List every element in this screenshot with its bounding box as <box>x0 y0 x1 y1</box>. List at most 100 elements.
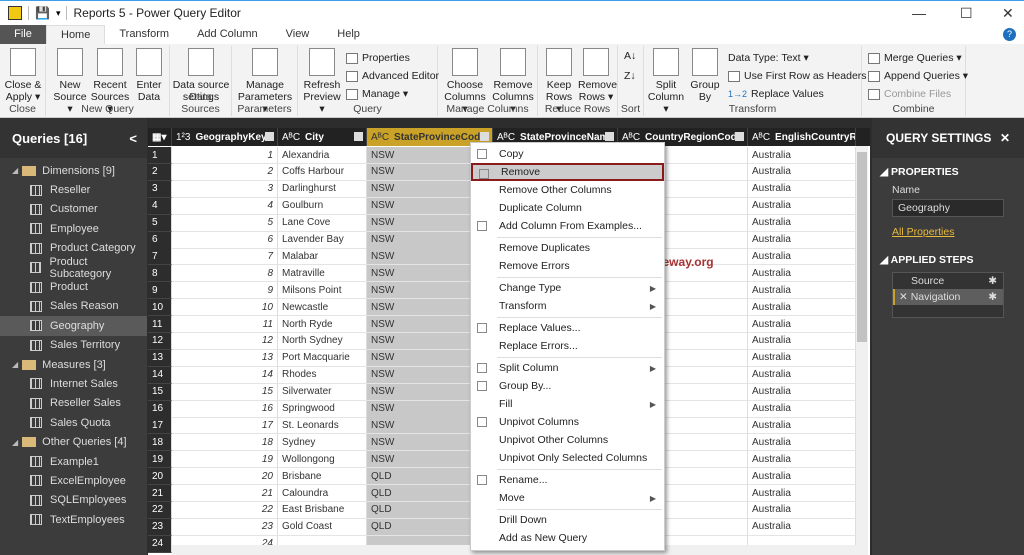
table-cell[interactable]: Australia <box>748 417 856 435</box>
table-cell[interactable]: Australia <box>748 501 856 519</box>
query-item[interactable]: Employee <box>0 219 147 238</box>
table-cell[interactable]: Australia <box>748 231 856 249</box>
table-cell[interactable]: Caloundra <box>278 485 367 502</box>
table-cell[interactable]: Gold Coast <box>278 518 367 536</box>
group-by-button[interactable]: Group By <box>690 48 720 103</box>
table-cell[interactable]: 11 <box>172 316 278 333</box>
column-filter-dropdown[interactable] <box>735 132 744 141</box>
query-item[interactable]: Internet Sales <box>0 374 147 393</box>
table-cell[interactable]: Springwood <box>278 400 367 418</box>
close-button[interactable]: ✕ <box>1002 5 1014 22</box>
menu-item-replace-values[interactable]: Replace Values... <box>471 319 664 337</box>
table-cell[interactable]: 14 <box>172 366 278 384</box>
menu-item-move[interactable]: Move ▶ <box>471 489 664 507</box>
table-cell[interactable]: 20 <box>172 468 278 486</box>
column-filter-dropdown[interactable] <box>480 132 489 141</box>
tab-view[interactable]: View <box>272 25 324 44</box>
table-cell[interactable]: 19 <box>172 451 278 469</box>
close-apply-button[interactable]: Close & Apply ▾ <box>4 48 42 103</box>
tab-transform[interactable]: Transform <box>105 25 183 44</box>
table-cell[interactable]: Lane Cove <box>278 214 367 232</box>
table-cell[interactable]: 5 <box>172 214 278 232</box>
menu-item-unpivot-columns[interactable]: Unpivot Columns <box>471 413 664 431</box>
remove-rows-button[interactable]: Remove Rows ▾ <box>578 48 617 103</box>
table-cell[interactable]: 6 <box>172 231 278 249</box>
menu-item-fill[interactable]: Fill ▶ <box>471 395 664 413</box>
scroll-thumb[interactable] <box>857 152 867 342</box>
table-cell[interactable]: 9 <box>172 282 278 300</box>
table-cell[interactable]: Australia <box>748 518 856 536</box>
table-cell[interactable]: 7 <box>172 248 278 266</box>
menu-item-copy[interactable]: Copy <box>471 145 664 163</box>
expand-icon[interactable]: ◢ <box>12 360 18 369</box>
table-cell[interactable]: 2 <box>172 163 278 181</box>
sort-descending-icon[interactable]: Z↓ <box>624 70 636 82</box>
row-number[interactable]: 10 <box>148 299 172 317</box>
table-cell[interactable]: 21 <box>172 485 278 502</box>
table-cell[interactable]: North Sydney <box>278 332 367 350</box>
table-cell[interactable]: 22 <box>172 501 278 519</box>
query-item[interactable]: ExcelEmployee <box>0 471 147 490</box>
table-cell[interactable]: Australia <box>748 147 856 164</box>
row-number[interactable]: 8 <box>148 265 172 283</box>
table-cell[interactable]: 4 <box>172 197 278 215</box>
table-cell[interactable]: Australia <box>748 434 856 452</box>
menu-item-rename[interactable]: Rename... <box>471 471 664 489</box>
menu-item-unpivot-other-columns[interactable]: Unpivot Other Columns <box>471 431 664 449</box>
table-cell[interactable]: Newcastle <box>278 299 367 317</box>
enter-data-button[interactable]: Enter Data <box>134 48 164 103</box>
expand-icon[interactable]: ◢ <box>12 166 18 175</box>
row-number[interactable]: 1 <box>148 147 172 164</box>
table-cell[interactable]: Australia <box>748 383 856 401</box>
table-cell[interactable]: Australia <box>748 265 856 283</box>
query-item[interactable]: Example1 <box>0 452 147 471</box>
query-item[interactable]: Product Subcategory <box>0 256 147 280</box>
table-cell[interactable]: Australia <box>748 349 856 367</box>
table-cell[interactable]: Milsons Point <box>278 282 367 300</box>
row-number[interactable]: 13 <box>148 349 172 367</box>
menu-item-add-column-from-examples[interactable]: Add Column From Examples... <box>471 217 664 235</box>
menu-item-remove-errors[interactable]: Remove Errors <box>471 257 664 275</box>
table-cell[interactable]: 16 <box>172 400 278 418</box>
table-cell[interactable]: Australia <box>748 180 856 198</box>
table-cell[interactable]: 23 <box>172 518 278 536</box>
menu-item-split-column[interactable]: Split Column ▶ <box>471 359 664 377</box>
row-number[interactable]: 19 <box>148 451 172 469</box>
query-folder[interactable]: ◢ Measures [3] <box>0 355 147 374</box>
row-number[interactable]: 23 <box>148 518 172 536</box>
step-navigation[interactable]: ✕ Navigation ✱ <box>893 289 1003 305</box>
table-cell[interactable]: Australia <box>748 163 856 181</box>
query-name-input[interactable]: Geography <box>892 199 1004 217</box>
table-cell[interactable]: 17 <box>172 417 278 435</box>
query-item[interactable]: Product <box>0 277 147 296</box>
row-number[interactable]: 20 <box>148 468 172 486</box>
help-icon[interactable]: ? <box>1003 28 1016 41</box>
minimize-button[interactable]: — <box>912 5 926 21</box>
table-cell[interactable]: Silverwater <box>278 383 367 401</box>
row-number[interactable]: 5 <box>148 214 172 232</box>
row-number[interactable]: 2 <box>148 163 172 181</box>
all-properties-link[interactable]: All Properties <box>892 226 1024 238</box>
tab-add-column[interactable]: Add Column <box>183 25 272 44</box>
table-cell[interactable]: 8 <box>172 265 278 283</box>
row-number[interactable]: 18 <box>148 434 172 452</box>
append-queries-button[interactable]: Append Queries ▾ <box>868 70 968 82</box>
sort-ascending-icon[interactable]: A↓ <box>624 50 636 62</box>
table-cell[interactable]: Wollongong <box>278 451 367 469</box>
data-type-dropdown[interactable]: Data Type: Text ▾ <box>728 52 809 64</box>
query-item[interactable]: Reseller Sales <box>0 394 147 413</box>
row-number[interactable]: 14 <box>148 366 172 384</box>
table-cell[interactable]: East Brisbane <box>278 501 367 519</box>
table-cell[interactable]: Australia <box>748 214 856 232</box>
table-cell[interactable]: Australia <box>748 299 856 317</box>
table-cell[interactable]: 18 <box>172 434 278 452</box>
table-cell[interactable]: 3 <box>172 180 278 198</box>
table-cell[interactable]: Malabar <box>278 248 367 266</box>
row-number[interactable]: 7 <box>148 248 172 266</box>
menu-item-replace-errors[interactable]: Replace Errors... <box>471 337 664 355</box>
tab-file[interactable]: File <box>0 25 46 44</box>
save-icon[interactable]: 💾 <box>35 6 50 20</box>
table-cell[interactable]: 15 <box>172 383 278 401</box>
table-cell[interactable]: 13 <box>172 349 278 367</box>
table-cell[interactable]: Australia <box>748 332 856 350</box>
